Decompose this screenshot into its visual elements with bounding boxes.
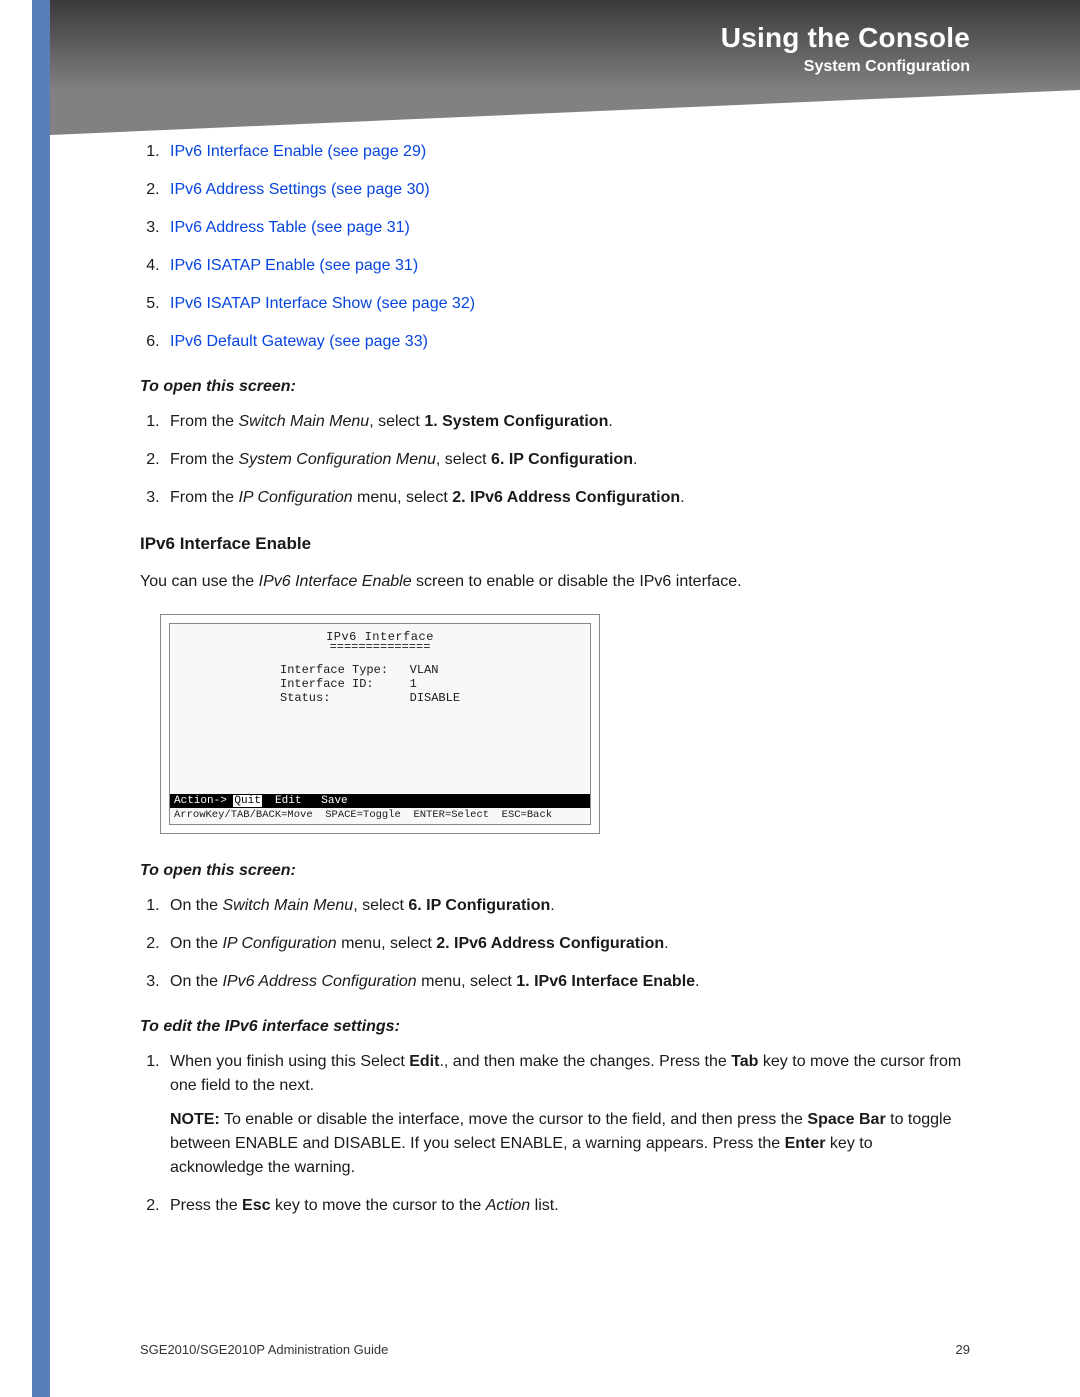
- note-block: NOTE: To enable or disable the interface…: [170, 1108, 970, 1180]
- toc-item: IPv6 ISATAP Interface Show (see page 32): [164, 292, 970, 316]
- step: On the IPv6 Address Configuration menu, …: [164, 970, 970, 994]
- footer-doc-title: SGE2010/SGE2010P Administration Guide: [140, 1342, 388, 1357]
- toc-list: IPv6 Interface Enable (see page 29) IPv6…: [140, 140, 970, 354]
- console-row: Interface ID: 1: [280, 677, 580, 691]
- console-screenshot: IPv6 Interface ============== Interface …: [160, 614, 600, 834]
- header-title: Using the Console: [50, 22, 970, 54]
- open-screen-heading: To open this screen:: [140, 378, 970, 396]
- header-subtitle: System Configuration: [50, 58, 970, 76]
- toc-item: IPv6 ISATAP Enable (see page 31): [164, 254, 970, 278]
- toc-link[interactable]: IPv6 ISATAP Enable (see page 31): [170, 257, 418, 274]
- toc-item: IPv6 Interface Enable (see page 29): [164, 140, 970, 164]
- step: From the System Configuration Menu, sele…: [164, 448, 970, 472]
- open-steps-1: From the Switch Main Menu, select 1. Sys…: [140, 410, 970, 510]
- open-screen-heading-2: To open this screen:: [140, 862, 970, 880]
- toc-item: IPv6 Default Gateway (see page 33): [164, 330, 970, 354]
- footer-page-number: 29: [956, 1342, 970, 1357]
- header-diagonal: [50, 90, 1080, 135]
- toc-item: IPv6 Address Settings (see page 30): [164, 178, 970, 202]
- toc-link[interactable]: IPv6 Address Table (see page 31): [170, 219, 410, 236]
- toc-link[interactable]: IPv6 Default Gateway (see page 33): [170, 333, 428, 350]
- step: From the Switch Main Menu, select 1. Sys…: [164, 410, 970, 434]
- edit-settings-heading: To edit the IPv6 interface settings:: [140, 1018, 970, 1036]
- console-action-quit: Quit: [233, 795, 261, 807]
- open-steps-2: On the Switch Main Menu, select 6. IP Co…: [140, 894, 970, 994]
- step: On the IP Configuration menu, select 2. …: [164, 932, 970, 956]
- step: When you finish using this Select Edit.,…: [164, 1050, 970, 1180]
- section-intro: You can use the IPv6 Interface Enable sc…: [140, 570, 970, 594]
- content-area: IPv6 Interface Enable (see page 29) IPv6…: [140, 140, 970, 1242]
- console-rows: Interface Type: VLAN Interface ID: 1 Sta…: [280, 663, 580, 705]
- console-action-bar: Action-> Quit Edit Save: [170, 794, 590, 808]
- toc-item: IPv6 Address Table (see page 31): [164, 216, 970, 240]
- toc-link[interactable]: IPv6 Interface Enable (see page 29): [170, 143, 426, 160]
- console-body: IPv6 Interface ============== Interface …: [170, 624, 590, 794]
- note-label: NOTE:: [170, 1111, 220, 1128]
- console-inner: IPv6 Interface ============== Interface …: [169, 623, 591, 825]
- side-stripe: [32, 0, 50, 1397]
- page-header: Using the Console System Configuration: [50, 0, 1080, 90]
- toc-link[interactable]: IPv6 ISATAP Interface Show (see page 32): [170, 295, 475, 312]
- edit-steps: When you finish using this Select Edit.,…: [140, 1050, 970, 1218]
- toc-link[interactable]: IPv6 Address Settings (see page 30): [170, 181, 430, 198]
- step: From the IP Configuration menu, select 2…: [164, 486, 970, 510]
- console-help-bar: ArrowKey/TAB/BACK=Move SPACE=Toggle ENTE…: [170, 808, 590, 824]
- console-row: Status: DISABLE: [280, 691, 580, 705]
- console-underline: ==============: [180, 644, 580, 651]
- page-footer: SGE2010/SGE2010P Administration Guide 29: [140, 1342, 970, 1357]
- console-row: Interface Type: VLAN: [280, 663, 580, 677]
- section-title: IPv6 Interface Enable: [140, 534, 970, 554]
- step: Press the Esc key to move the cursor to …: [164, 1194, 970, 1218]
- step: On the Switch Main Menu, select 6. IP Co…: [164, 894, 970, 918]
- page: Using the Console System Configuration I…: [0, 0, 1080, 1397]
